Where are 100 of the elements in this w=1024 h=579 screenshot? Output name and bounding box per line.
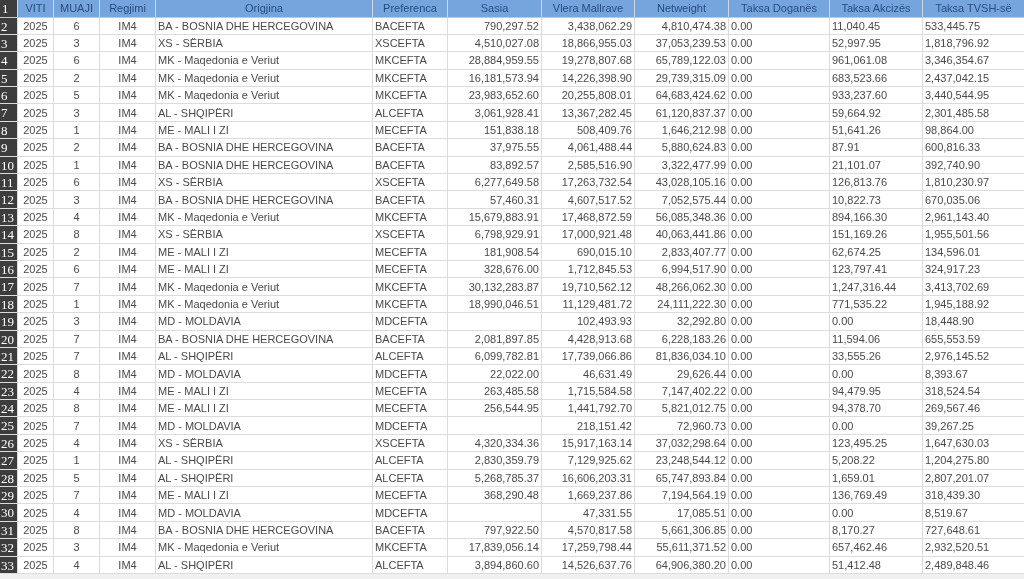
- column-header[interactable]: Regjimi: [99, 0, 155, 17]
- table-cell-text: ME - MALI I ZI: [157, 244, 230, 259]
- table-cell-text: BACEFTA: [374, 140, 426, 155]
- table-cell-text: 392,740.90: [924, 157, 982, 172]
- column-header[interactable]: Taksa Akcizës: [829, 0, 922, 17]
- table-cell-text: 8,519.67: [924, 505, 969, 520]
- table-cell-text: 19,710,562.12: [560, 279, 633, 294]
- table-cell-text: AL - SHQIPËRI: [157, 453, 235, 468]
- table-cell-text: 4: [72, 436, 81, 451]
- table-cell-text: 5,208.22: [831, 453, 876, 468]
- table-cell-text: 600,816.33: [924, 140, 982, 155]
- table-cell-text: 0.00: [730, 105, 754, 120]
- table-cell-text: IM4: [117, 436, 138, 451]
- column-header[interactable]: Taksa Doganës: [728, 0, 829, 17]
- table-cell-text: 14,526,637.76: [560, 557, 633, 572]
- table-cell-text: 933,237.60: [831, 88, 889, 103]
- table-cell-text: 94,378.70: [831, 401, 882, 416]
- table-cell-text: ALCEFTA: [374, 453, 425, 468]
- table-cell-text: 29,739,315.09: [654, 70, 727, 85]
- table-cell-text: 3,346,354.67: [924, 53, 991, 68]
- table-cell-text: 2025: [22, 262, 49, 277]
- table-cell-text: MECEFTA: [374, 401, 428, 416]
- table-cell-text: 5,821,012.75: [660, 401, 727, 416]
- column-header[interactable]: VITI: [17, 0, 53, 17]
- table-cell-text: IM4: [117, 53, 138, 68]
- table-cell-text: 24,111,222.30: [656, 296, 727, 311]
- table-cell-text: 3: [72, 36, 81, 51]
- table-cell-text: IM4: [117, 105, 138, 120]
- table-cell-text: XSCEFTA: [374, 175, 426, 190]
- column-header[interactable]: Origjina: [155, 0, 372, 17]
- column-header[interactable]: Taksa TVSH-së: [922, 0, 1024, 17]
- table-cell-text: 2025: [22, 314, 49, 329]
- table-cell-text: 23,983,652.60: [467, 88, 540, 103]
- table-cell-text: 18,448.90: [924, 314, 975, 329]
- table-cell-text: ME - MALI I ZI: [157, 123, 230, 138]
- table-cell-text: 62,674.25: [831, 244, 882, 259]
- table-cell-text: ALCEFTA: [374, 349, 425, 364]
- table-cell-text: 21,101.07: [831, 157, 882, 172]
- table-cell-text: 37,053,239.53: [654, 36, 727, 51]
- table-cell-text: 0.00: [730, 140, 754, 155]
- table-cell-text: IM4: [117, 70, 138, 85]
- table-cell-text: 2025: [22, 523, 49, 537]
- column-header[interactable]: Preferenca: [372, 0, 447, 17]
- table-cell-text: 43,028,105.16: [654, 175, 727, 190]
- table-cell-text: IM4: [117, 88, 138, 103]
- table-cell-text: 56,085,348.36: [654, 210, 727, 224]
- table-cell-text: MK - Maqedonia e Veriut: [157, 540, 281, 555]
- table-cell-text: AL - SHQIPËRI: [157, 470, 235, 485]
- table-cell-text: MKCEFTA: [374, 296, 428, 311]
- table-cell-text: IM4: [117, 540, 138, 555]
- row-number: 17: [0, 278, 17, 295]
- table-cell-text: 65,747,893.84: [654, 470, 727, 485]
- table-cell-text: 0.00: [730, 262, 754, 277]
- table-cell-text: 59,664.92: [831, 105, 882, 120]
- table-cell-text: IM4: [117, 192, 138, 207]
- table-cell-text: 51,641.26: [831, 123, 882, 138]
- table-cell-text: MK - Maqedonia e Veriut: [157, 53, 281, 68]
- table-cell-text: BA - BOSNIA DHE HERCEGOVINA: [157, 523, 335, 537]
- table-cell-text: 218,151.42: [575, 418, 633, 433]
- column-header[interactable]: MUAJI: [53, 0, 99, 17]
- table-cell-text: 23,248,544.12: [654, 453, 727, 468]
- table-cell-text: 3: [72, 314, 81, 329]
- table-cell-text: IM4: [117, 175, 138, 190]
- table-cell-text: AL - SHQIPËRI: [157, 105, 235, 120]
- table-cell-text: 3,061,928.41: [473, 105, 540, 120]
- table-cell-text: 4,428,913.68: [566, 331, 633, 346]
- table-cell-text: MECEFTA: [374, 244, 428, 259]
- table-cell-text: 46,631.49: [582, 366, 633, 381]
- table-cell-text: MDCEFTA: [374, 505, 429, 520]
- column-header[interactable]: Sasia: [447, 0, 541, 17]
- table-cell-text: 72,960.73: [676, 418, 727, 433]
- table-cell-text: 87.91: [831, 140, 861, 155]
- table-cell-text: 2,301,485.58: [924, 105, 991, 120]
- table-cell-text: 2025: [22, 331, 49, 346]
- table-cell-text: XSCEFTA: [374, 227, 426, 242]
- table-cell-text: 2025: [22, 210, 49, 224]
- column-header[interactable]: Netweight: [634, 0, 728, 17]
- table-cell-text: 3,440,544.95: [924, 88, 991, 103]
- table-cell-text: 11,129,481.72: [561, 296, 633, 311]
- table-cell-text: 102,493.93: [575, 314, 633, 329]
- table-cell-text: 0.00: [730, 210, 754, 224]
- table-cell-text: BACEFTA: [374, 157, 426, 172]
- table-cell-text: ME - MALI I ZI: [157, 488, 230, 503]
- table-cell-text: 2025: [22, 18, 49, 33]
- column-header[interactable]: Vlera Mallrave: [541, 0, 634, 17]
- table-cell-text: IM4: [117, 418, 138, 433]
- table-cell-text: IM4: [117, 523, 138, 537]
- table-cell-text: 4,810,474.38: [660, 18, 727, 33]
- table-cell-text: 670,035.06: [924, 192, 982, 207]
- row-number: 12: [0, 191, 17, 208]
- table-cell-text: IM4: [117, 244, 138, 259]
- table-cell-text: 17,085.51: [676, 505, 727, 520]
- table-cell-text: 5,661,306.85: [660, 523, 727, 537]
- table-cell-text: 2025: [22, 366, 49, 381]
- row-number: 9: [0, 139, 17, 156]
- row-number: 32: [0, 539, 17, 556]
- table-cell-text: 0.00: [730, 331, 754, 346]
- table-cell-text: 3,322,477.99: [660, 157, 727, 172]
- table-cell-text: 2025: [22, 436, 49, 451]
- table-cell-text: 1,669,237.86: [566, 488, 633, 503]
